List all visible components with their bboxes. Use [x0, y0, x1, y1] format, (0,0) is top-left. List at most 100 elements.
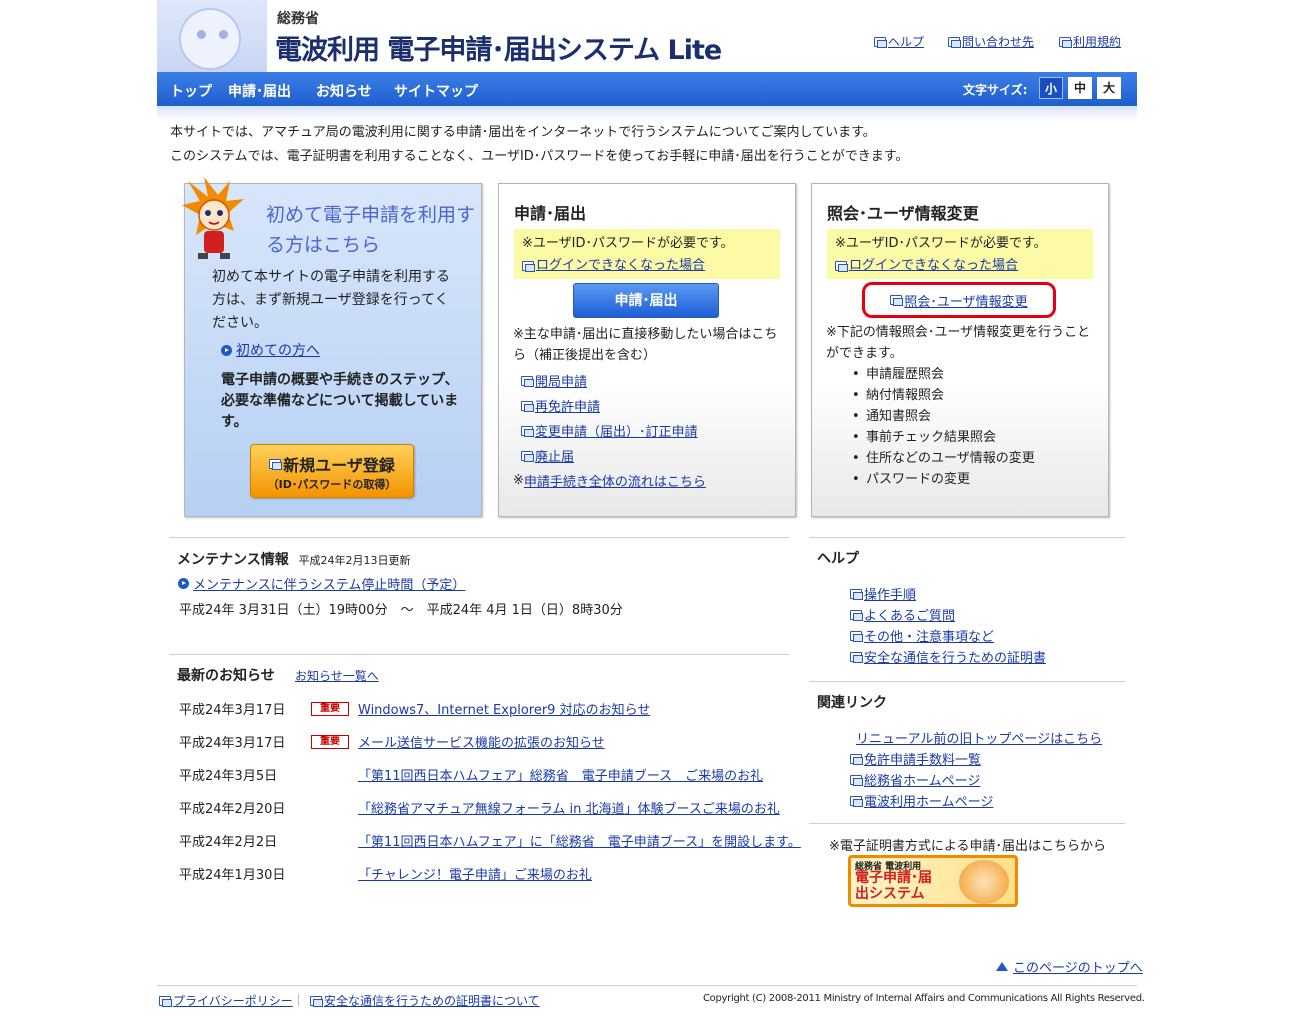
window-icon: [521, 375, 534, 387]
page-top-link[interactable]: このページのトップへ: [996, 957, 1143, 976]
apply-panel: 申請･届出 ※ユーザID･パスワードが必要です。 ログインできなくなった場合 申…: [498, 183, 796, 517]
news-date: 平成24年2月20日: [179, 802, 286, 817]
abolition-notice-link[interactable]: 廃止届: [521, 446, 574, 465]
help-certificate-link[interactable]: 安全な通信を行うための証明書: [850, 647, 1046, 666]
old-top-page-link[interactable]: リニューアル前の旧トップページはこちら: [856, 728, 1102, 747]
login-required-notice: ※ユーザID･パスワードが必要です。 ログインできなくなった場合: [514, 229, 780, 279]
maintenance-updated: 平成24年2月13日更新: [298, 554, 411, 567]
global-nav: トップ 申請･届出 お知らせ サイトマップ 文字サイズ: 小 中 大: [157, 72, 1137, 106]
nav-sitemap[interactable]: サイトマップ: [394, 81, 478, 101]
related-title: 関連リンク: [817, 695, 887, 711]
login-trouble-link[interactable]: ログインできなくなった場合: [835, 255, 1085, 277]
window-icon: [521, 425, 534, 437]
inquiry-panel-title: 照会･ユーザ情報変更: [827, 204, 979, 223]
divider: [169, 537, 789, 538]
process-flow-link[interactable]: 申請手続き全体の流れはこちら: [524, 471, 706, 490]
intro-text: 本サイトでは、アマチュア局の電波利用に関する申請･届出をインターネットで行うシス…: [170, 125, 876, 140]
first-time-guide-description: 電子申請の概要や手続きのステップ、必要な準備などについて掲載しています。: [221, 372, 459, 430]
window-icon: [269, 459, 283, 470]
window-icon: [521, 450, 534, 462]
first-time-title: 初めて電子申請を利用する方はこちら: [266, 204, 476, 256]
list-item: 通知書照会: [852, 406, 1035, 427]
font-size-medium-button[interactable]: 中: [1068, 77, 1092, 99]
news-date: 平成24年2月2日: [179, 835, 278, 850]
list-item: 事前チェック結果照会: [852, 427, 1035, 448]
maintenance-period: 平成24年 3月31日（土）19時00分 ～ 平成24年 4月 1日（日）8時3…: [179, 603, 623, 618]
license-application-link[interactable]: 開局申請: [521, 371, 587, 390]
inquiry-item-list: 申請履歴照会 納付情報照会 通知書照会 事前チェック結果照会 住所などのユーザ情…: [852, 364, 1035, 490]
help-link[interactable]: ヘルプ: [874, 33, 924, 50]
radio-use-homepage-link[interactable]: 電波利用ホームページ: [850, 791, 993, 810]
apply-button[interactable]: 申請･届出: [573, 283, 719, 318]
important-badge: 重要: [311, 735, 349, 749]
relicense-application-link[interactable]: 再免許申請: [521, 396, 600, 415]
divider: [809, 823, 1125, 824]
fee-list-link[interactable]: 免許申請手数料一覧: [850, 749, 981, 768]
inquiry-description: ※下記の情報照会･ユーザ情報変更を行うことができます。: [826, 325, 1091, 361]
window-icon: [835, 261, 848, 272]
footer-divider: [157, 985, 1137, 986]
apply-description: ※主な申請･届出に直接移動したい場合はこちら（補正後提出を含む）: [513, 327, 778, 363]
font-size-large-button[interactable]: 大: [1097, 77, 1121, 99]
site-header: 総務省 電波利用 電子申請･届出システム Lite ヘルプ 問い合わせ先 利用規…: [157, 0, 1137, 72]
contact-link[interactable]: 問い合わせ先: [948, 33, 1034, 50]
list-item: パスワードの変更: [852, 469, 1035, 490]
e-application-system-banner[interactable]: 総務省 電波利用 電子申請･届出システム: [848, 855, 1018, 907]
font-size-small-button[interactable]: 小: [1039, 77, 1063, 99]
news-title: 最新のお知らせ: [177, 668, 275, 684]
help-operation-link[interactable]: 操作手順: [850, 584, 916, 603]
change-application-link[interactable]: 変更申請（届出）･訂正申請: [521, 421, 698, 440]
terms-link[interactable]: 利用規約: [1059, 33, 1121, 50]
ministry-homepage-link[interactable]: 総務省ホームページ: [850, 770, 980, 789]
news-date: 平成24年3月17日: [179, 736, 286, 751]
maintenance-link[interactable]: メンテナンスに伴うシステム停止時間（予定）: [178, 574, 465, 593]
inquiry-user-info-button[interactable]: 照会･ユーザ情報変更: [862, 282, 1056, 318]
window-icon: [159, 995, 172, 1007]
login-trouble-link[interactable]: ログインできなくなった場合: [522, 255, 772, 277]
login-required-notice: ※ユーザID･パスワードが必要です。 ログインできなくなった場合: [827, 229, 1093, 279]
register-user-button[interactable]: 新規ユーザ登録 （ID･パスワードの取得）: [250, 444, 414, 498]
apply-panel-title: 申請･届出: [514, 204, 587, 223]
news-date: 平成24年3月5日: [179, 769, 278, 784]
copyright: Copyright (C) 2008-2011 Ministry of Inte…: [703, 993, 1145, 1004]
window-icon: [521, 400, 534, 412]
help-faq-link[interactable]: よくあるご質問: [850, 605, 955, 624]
list-item: 申請履歴照会: [852, 364, 1035, 385]
window-icon: [850, 753, 863, 765]
help-notes-link[interactable]: その他・注意事項など: [850, 626, 994, 645]
ministry-label: 総務省: [277, 11, 319, 27]
window-icon: [850, 774, 863, 786]
news-item-link[interactable]: 「第11回西日本ハムフェア」に「総務省 電子申請ブース」を開設します。: [358, 831, 801, 850]
window-icon: [850, 651, 863, 663]
news-item-link[interactable]: 「チャレンジ！電子申請」ご来場のお礼: [358, 864, 592, 883]
privacy-policy-link[interactable]: プライバシーポリシー: [159, 992, 293, 1009]
nav-news[interactable]: お知らせ: [316, 81, 372, 101]
footer-certificate-link[interactable]: 安全な通信を行うための証明書について: [310, 992, 540, 1009]
divider: [809, 681, 1125, 682]
window-icon: [850, 795, 863, 807]
list-item: 納付情報照会: [852, 385, 1035, 406]
footer-separator: [298, 994, 299, 1006]
nav-apply[interactable]: 申請･届出: [228, 81, 291, 101]
divider: [169, 654, 789, 655]
news-item-link[interactable]: 「総務省アマチュア無線フォーラム in 北海道」体験ブースご来場のお礼: [358, 798, 780, 817]
mascot-character-image: [182, 177, 244, 259]
first-time-guide-link[interactable]: 初めての方へ: [221, 340, 320, 360]
divider: [809, 537, 1125, 538]
news-list-link[interactable]: お知らせ一覧へ: [295, 667, 379, 684]
important-badge: 重要: [311, 702, 349, 716]
nav-top[interactable]: トップ: [170, 81, 212, 101]
certificate-method-note: ※電子証明書方式による申請･届出はこちらから: [829, 839, 1107, 854]
news-item-link[interactable]: Windows7、Internet Explorer9 対応のお知らせ: [358, 699, 650, 718]
news-date: 平成24年3月17日: [179, 703, 286, 718]
banner-mascot-image: [959, 860, 1009, 904]
window-icon: [1059, 36, 1072, 48]
news-item-link[interactable]: メール送信サービス機能の拡張のお知らせ: [358, 732, 605, 751]
up-arrow-icon: [996, 962, 1008, 971]
first-time-description: 初めて本サイトの電子申請を利用する方は、まず新規ユーザ登録を行ってください。: [212, 269, 450, 331]
window-icon: [850, 588, 863, 600]
news-item-link[interactable]: 「第11回西日本ハムフェア」総務省 電子申請ブース ご来場のお礼: [358, 765, 763, 784]
list-item: 住所などのユーザ情報の変更: [852, 448, 1035, 469]
font-size-label: 文字サイズ:: [963, 83, 1028, 97]
help-title: ヘルプ: [817, 551, 859, 567]
